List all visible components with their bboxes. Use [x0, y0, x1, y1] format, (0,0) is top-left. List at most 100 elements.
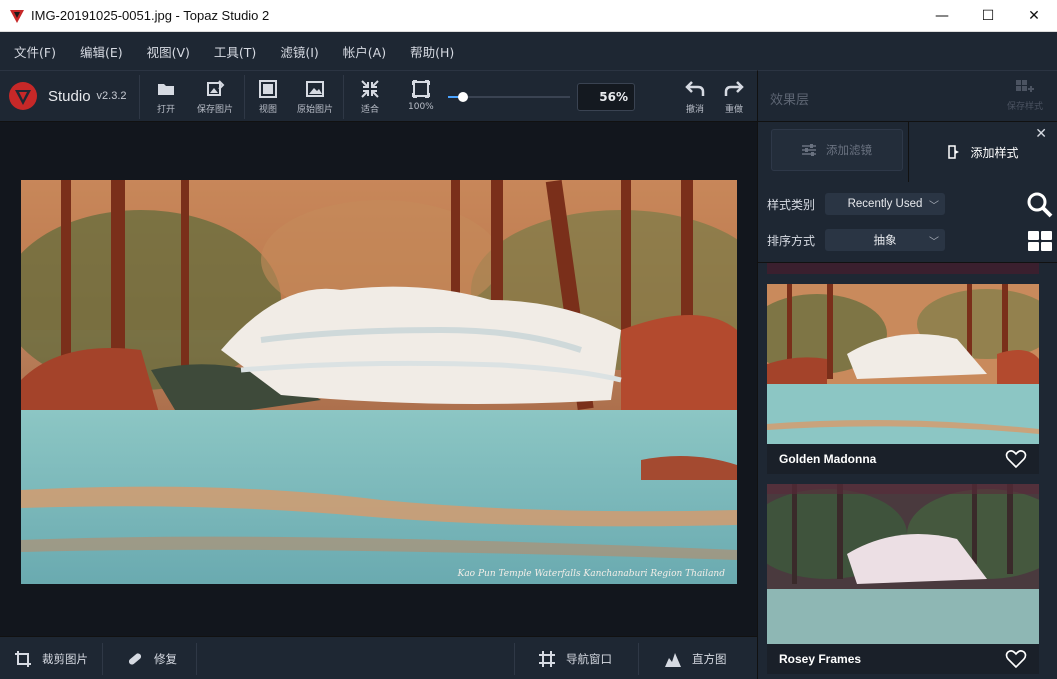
histogram-icon [665, 652, 681, 667]
toolbar-divider [139, 75, 140, 119]
styles-panel: 添加滤镜 添加样式 ✕ 样式类别 Recently Used ﹀ 排序方式 抽象… [757, 122, 1057, 679]
histogram-label: 直方图 [692, 651, 727, 666]
sort-row: 排序方式 抽象 ﹀ [767, 229, 945, 251]
style-thumbnail [767, 284, 1039, 444]
crop-button[interactable]: 裁剪图片 [14, 637, 88, 679]
heart-icon[interactable] [1005, 449, 1027, 469]
redo-label: 重做 [724, 105, 743, 115]
panel-close-icon[interactable]: ✕ [1035, 126, 1047, 142]
menu-filters[interactable]: 滤镜(I) [271, 42, 327, 61]
sort-select[interactable]: 抽象 ﹀ [825, 229, 945, 251]
crop-icon [15, 650, 31, 667]
bottom-divider [638, 643, 639, 675]
undo-icon [685, 81, 705, 96]
style-category-row: 样式类别 Recently Used ﹀ [767, 193, 945, 215]
sort-label: 排序方式 [767, 233, 816, 248]
style-category-select[interactable]: Recently Used ﹀ [825, 193, 945, 215]
original-image-label: 原始图片 [297, 105, 334, 115]
zoom-100-label: 100% [408, 102, 434, 112]
effects-layer-title: 效果层 [770, 93, 810, 108]
main-toolbar: Studio v2.3.2 打开 保存图片 视图 原始图片 适合 100% 56… [0, 70, 757, 122]
zoom-100-button[interactable]: 100% [408, 79, 434, 112]
chevron-down-icon: ﹀ [929, 201, 939, 212]
menu-view[interactable]: 视图(V) [138, 42, 199, 61]
redo-button[interactable]: 重做 [724, 79, 744, 115]
style-brush-icon [948, 145, 960, 159]
folder-icon [158, 84, 174, 95]
style-name: Golden Madonna [779, 452, 877, 466]
brand-version: v2.3.2 [96, 90, 127, 102]
style-thumbnail [767, 484, 1039, 644]
view-icon [259, 80, 277, 98]
menu-tools[interactable]: 工具(T) [205, 42, 265, 61]
style-card[interactable]: Rosey Frames [767, 484, 1039, 674]
topaz-logo-icon [9, 82, 37, 110]
bottom-divider [196, 643, 197, 675]
menu-account[interactable]: 帐户(A) [334, 42, 395, 61]
histogram-button[interactable]: 直方图 [664, 637, 727, 679]
brand-name: Studio [48, 87, 91, 105]
save-image-icon [207, 80, 225, 96]
navigator-label: 导航窗口 [566, 651, 612, 666]
fit-label: 适合 [360, 105, 379, 115]
add-style-label: 添加样式 [970, 145, 1019, 160]
bottom-divider [102, 643, 103, 675]
style-name: Rosey Frames [779, 652, 862, 666]
grid-hash-icon [539, 650, 555, 667]
chevron-down-icon: ﹀ [929, 237, 939, 248]
close-button[interactable]: ✕ [1011, 0, 1057, 32]
search-icon[interactable] [1027, 192, 1053, 218]
previous-style-card[interactable] [767, 263, 1039, 274]
grid-view-icon[interactable] [1027, 230, 1053, 252]
waterfall-photo [21, 180, 737, 584]
fit-icon [361, 80, 379, 98]
add-filter-label: 添加滤镜 [826, 143, 872, 157]
crop-label: 裁剪图片 [42, 651, 88, 666]
edited-photo: Kao Pun Temple Waterfalls Kanchanaburi R… [21, 180, 737, 584]
save-image-button[interactable]: 保存图片 [197, 79, 233, 115]
bottom-divider [514, 643, 515, 675]
zoom-slider-thumb[interactable] [457, 92, 468, 102]
menu-edit[interactable]: 编辑(E) [71, 42, 132, 61]
style-card-footer: Rosey Frames [767, 644, 1039, 674]
style-list[interactable]: Golden Madonna Rosey Frames [758, 262, 1057, 679]
heart-icon[interactable] [1005, 649, 1027, 669]
toolbar-divider [343, 75, 344, 119]
style-category-label: 样式类别 [767, 197, 816, 212]
redo-icon [724, 81, 744, 96]
menu-bar: 文件(F) 编辑(E) 视图(V) 工具(T) 滤镜(I) 帐户(A) 帮助(H… [0, 32, 1057, 70]
brand: Studio v2.3.2 [8, 81, 127, 111]
bottom-toolbar: 裁剪图片 修复 导航窗口 直方图 [0, 636, 757, 679]
original-image-button[interactable]: 原始图片 [297, 79, 333, 115]
image-canvas[interactable]: Kao Pun Temple Waterfalls Kanchanaburi R… [0, 122, 757, 636]
add-filter-tab[interactable]: 添加滤镜 [771, 129, 903, 171]
zoom-slider[interactable] [448, 92, 570, 102]
zoom-value-input[interactable]: 56% [577, 83, 635, 111]
style-category-value: Recently Used [847, 198, 923, 210]
save-style-button[interactable]: 保存样式 [1007, 79, 1043, 112]
toolbar-divider [244, 75, 245, 119]
undo-label: 撤消 [685, 105, 704, 115]
fit-button[interactable]: 适合 [360, 79, 380, 115]
repair-button[interactable]: 修复 [126, 637, 177, 679]
navigator-button[interactable]: 导航窗口 [538, 637, 612, 679]
style-card[interactable]: Golden Madonna [767, 284, 1039, 474]
effects-layer-header: 效果层 保存样式 [757, 70, 1057, 122]
actual-size-icon [411, 80, 430, 98]
open-button[interactable]: 打开 [156, 79, 176, 115]
style-card-footer: Golden Madonna [767, 444, 1039, 474]
title-bar: IMG-20191025-0051.jpg - Topaz Studio 2 —… [0, 0, 1057, 32]
window-title: IMG-20191025-0051.jpg - Topaz Studio 2 [31, 8, 270, 23]
maximize-button[interactable]: ☐ [965, 0, 1011, 32]
save-image-label: 保存图片 [197, 105, 234, 115]
menu-file[interactable]: 文件(F) [5, 42, 65, 61]
topaz-app-icon [10, 9, 24, 23]
minimize-button[interactable]: — [919, 0, 965, 32]
image-icon [306, 81, 324, 97]
sort-value: 抽象 [873, 235, 897, 247]
sliders-icon [802, 144, 816, 156]
view-button[interactable]: 视图 [258, 79, 278, 115]
photo-caption: Kao Pun Temple Waterfalls Kanchanaburi R… [457, 569, 725, 579]
menu-help[interactable]: 帮助(H) [401, 42, 463, 61]
undo-button[interactable]: 撤消 [685, 79, 705, 115]
